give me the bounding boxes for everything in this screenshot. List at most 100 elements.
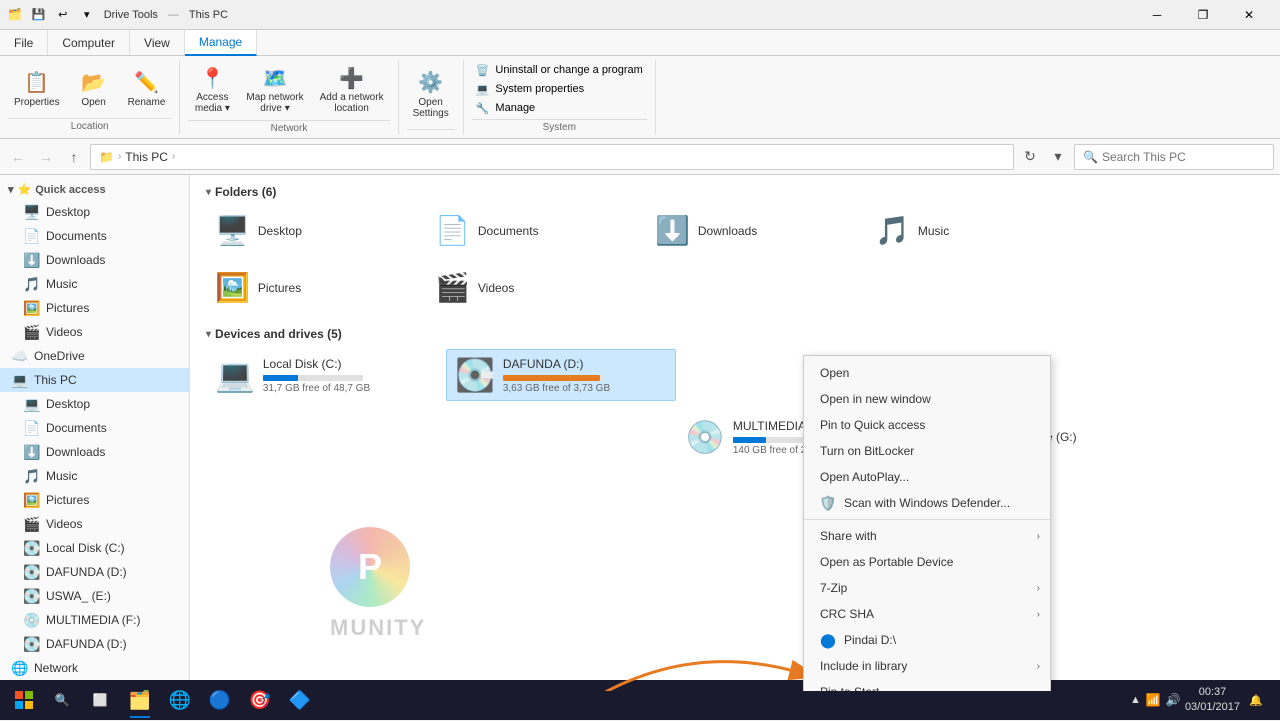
app4-taskbar-button[interactable]: 🎯 xyxy=(240,680,280,720)
add-network-button[interactable]: ➕ Add a networklocation xyxy=(314,62,390,118)
sidebar-item-pictures[interactable]: 🖼️ Pictures xyxy=(0,296,189,320)
ctx-include-library[interactable]: Include in library › xyxy=(804,653,1050,679)
breadcrumb[interactable]: 📁 › This PC › xyxy=(90,144,1014,170)
sidebar-item-multimedia-f[interactable]: 💿 MULTIMEDIA (F:) xyxy=(0,608,189,632)
refresh-button[interactable]: ↻ xyxy=(1018,145,1042,169)
uninstall-button[interactable]: 🗑️ Uninstall or change a program xyxy=(472,62,647,79)
sidebar-item-downloads-drive[interactable]: ⬇️ Downloads xyxy=(0,440,189,464)
search-box[interactable]: 🔍 xyxy=(1074,144,1274,170)
map-drive-button[interactable]: 🗺️ Map networkdrive ▾ xyxy=(240,62,309,118)
ctx-open-new-window[interactable]: Open in new window xyxy=(804,386,1050,412)
minimize-button[interactable]: ─ xyxy=(1134,0,1180,30)
open-settings-button[interactable]: ⚙️ OpenSettings xyxy=(407,67,455,123)
drive-c-bar xyxy=(263,375,298,381)
ctx-open-autoplay[interactable]: Open AutoPlay... xyxy=(804,464,1050,490)
sidebar-item-dafunda-d3[interactable]: 💽 DAFUNDA (D:) xyxy=(0,632,189,656)
app5-taskbar-button[interactable]: 🔷 xyxy=(280,680,320,720)
sidebar-item-videos-drive[interactable]: 🎬 Videos xyxy=(0,512,189,536)
watermark: P MUNITY xyxy=(330,527,426,641)
access-media-icon: 📍 xyxy=(200,66,224,90)
multimedia-f-icon: 💿 xyxy=(24,612,40,628)
pictures-drive-icon: 🖼️ xyxy=(24,492,40,508)
open-button[interactable]: 📂 Open xyxy=(70,67,118,112)
sidebar-item-dafunda-d[interactable]: 📄 Documents xyxy=(0,416,189,440)
tab-manage[interactable]: Manage xyxy=(185,30,257,56)
system-clock[interactable]: 00:37 03/01/2017 xyxy=(1185,685,1240,716)
sidebar-item-onedrive[interactable]: ☁️ OneDrive xyxy=(0,344,189,368)
folder-downloads[interactable]: ⬇️ Downloads xyxy=(646,207,856,254)
sidebar-item-this-pc[interactable]: 💻 This PC xyxy=(0,368,189,392)
manage-button[interactable]: 🔧 Manage xyxy=(472,100,647,117)
show-hidden-icon[interactable]: ▲ xyxy=(1130,694,1141,706)
sidebar-item-music[interactable]: 🎵 Music xyxy=(0,272,189,296)
ctx-crc-sha[interactable]: CRC SHA › xyxy=(804,601,1050,627)
chrome-taskbar-button[interactable]: 🔵 xyxy=(200,680,240,720)
quick-access-header[interactable]: ▾ ⭐ Quick access xyxy=(0,179,189,200)
drive-local-c[interactable]: 💻 Local Disk (C:) 31,7 GB free of 48,7 G… xyxy=(206,349,436,401)
sidebar-item-documents[interactable]: 📄 Documents xyxy=(0,224,189,248)
drive-dafunda-d[interactable]: 💽 DAFUNDA (D:) 3,63 GB free of 3,73 GB xyxy=(446,349,676,401)
start-button[interactable] xyxy=(4,680,44,720)
sidebar-item-downloads[interactable]: ⬇️ Downloads xyxy=(0,248,189,272)
access-media-button[interactable]: 📍 Accessmedia ▾ xyxy=(188,62,236,118)
restore-button[interactable]: ❐ xyxy=(1180,0,1226,30)
properties-button[interactable]: 📋 Properties xyxy=(8,67,66,112)
qat-dropdown[interactable]: ▾ xyxy=(76,4,98,26)
qat-save[interactable]: 💾 xyxy=(28,4,50,26)
drive-multimedia-f-icon: 💿 xyxy=(685,418,725,456)
close-button[interactable]: ✕ xyxy=(1226,0,1272,30)
tab-file[interactable]: File xyxy=(0,30,48,55)
ribbon-group-system: 🗑️ Uninstall or change a program 💻 Syste… xyxy=(464,60,656,134)
folders-section-header[interactable]: ▾ Folders (6) xyxy=(206,185,1264,199)
task-view-button[interactable]: ⬜ xyxy=(80,680,120,720)
devices-section-header[interactable]: ▾ Devices and drives (5) xyxy=(206,327,1264,341)
sidebar-item-dafunda-d2[interactable]: 💽 DAFUNDA (D:) xyxy=(0,560,189,584)
folder-documents[interactable]: 📄 Documents xyxy=(426,207,636,254)
sidebar-item-music-drive[interactable]: 🎵 Music xyxy=(0,464,189,488)
notification-button[interactable]: 🔔 xyxy=(1244,688,1268,712)
ctx-7zip[interactable]: 7-Zip › xyxy=(804,575,1050,601)
ctx-scan-defender[interactable]: 🛡️ Scan with Windows Defender... xyxy=(804,490,1050,516)
taskbar-search-button[interactable]: 🔍 xyxy=(44,682,80,718)
taskbar-search-icon: 🔍 xyxy=(55,693,70,707)
sidebar-item-network[interactable]: 🌐 Network xyxy=(0,656,189,680)
edge-taskbar-button[interactable]: 🌐 xyxy=(160,680,200,720)
system-properties-button[interactable]: 💻 System properties xyxy=(472,81,647,98)
forward-button[interactable]: → xyxy=(34,145,58,169)
tab-computer[interactable]: Computer xyxy=(48,30,130,55)
ctx-pin-start[interactable]: Pin to Start xyxy=(804,679,1050,691)
ctx-open[interactable]: Open xyxy=(804,360,1050,386)
up-button[interactable]: ↑ xyxy=(62,145,86,169)
rename-button[interactable]: ✏️ Rename xyxy=(122,67,172,112)
back-button[interactable]: ← xyxy=(6,145,30,169)
ctx-pin-quick-access[interactable]: Pin to Quick access xyxy=(804,412,1050,438)
file-explorer-taskbar-button[interactable]: 🗂️ xyxy=(120,680,160,720)
folder-pictures[interactable]: 🖼️ Pictures xyxy=(206,264,416,311)
sidebar-item-videos[interactable]: 🎬 Videos xyxy=(0,320,189,344)
qat-undo[interactable]: ↩ xyxy=(52,4,74,26)
ctx-pindai[interactable]: ⬤ Pindai D:\ xyxy=(804,627,1050,653)
ctx-share-with[interactable]: Share with › xyxy=(804,523,1050,549)
pictures-icon: 🖼️ xyxy=(24,300,40,316)
folder-music[interactable]: 🎵 Music xyxy=(866,207,1076,254)
network-group-label: Network xyxy=(188,120,389,134)
tab-view[interactable]: View xyxy=(130,30,185,55)
volume-tray-icon[interactable]: 🔊 xyxy=(1165,692,1181,708)
sidebar-item-local-disk-c[interactable]: 💻 Desktop xyxy=(0,392,189,416)
ctx-open-portable[interactable]: Open as Portable Device xyxy=(804,549,1050,575)
address-dropdown-button[interactable]: ▾ xyxy=(1046,145,1070,169)
sidebar-item-uswa-e[interactable]: 💽 USWA_ (E:) xyxy=(0,584,189,608)
search-input[interactable] xyxy=(1102,150,1265,164)
app-icon: 🗂️ xyxy=(8,8,22,21)
sidebar-item-local-disk-c2[interactable]: 💽 Local Disk (C:) xyxy=(0,536,189,560)
folder-videos[interactable]: 🎬 Videos xyxy=(426,264,636,311)
folder-desktop[interactable]: 🖥️ Desktop xyxy=(206,207,416,254)
network-tray-icon[interactable]: 📶 xyxy=(1145,692,1161,708)
onedrive-icon: ☁️ xyxy=(12,348,28,364)
videos-drive-icon: 🎬 xyxy=(24,516,40,532)
window-controls: ─ ❐ ✕ xyxy=(1134,0,1272,30)
sidebar-item-desktop[interactable]: 🖥️ Desktop xyxy=(0,200,189,224)
ctx-turn-on-bitlocker[interactable]: Turn on BitLocker xyxy=(804,438,1050,464)
sidebar-item-pictures-drive[interactable]: 🖼️ Pictures xyxy=(0,488,189,512)
app5-icon: 🔷 xyxy=(289,690,311,711)
